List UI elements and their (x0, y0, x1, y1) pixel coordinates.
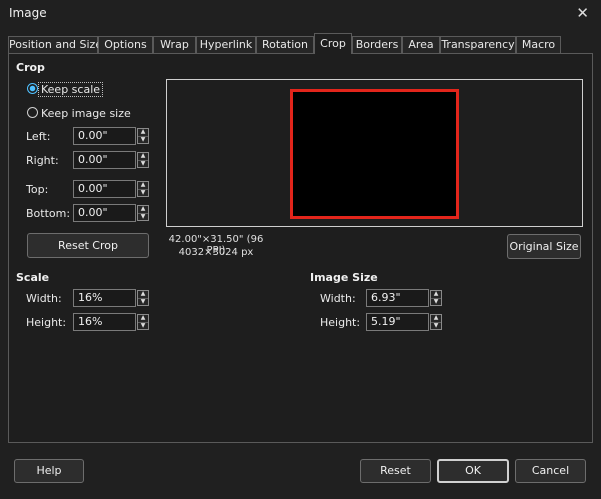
scale-width-spinner[interactable]: ▲ ▼ (137, 290, 149, 306)
tab-rotation[interactable]: Rotation (256, 36, 314, 53)
close-icon[interactable]: ✕ (576, 4, 589, 22)
spin-down-icon[interactable]: ▼ (431, 297, 441, 306)
cancel-button[interactable]: Cancel (515, 459, 586, 483)
ok-button[interactable]: OK (437, 459, 509, 483)
crop-top-field[interactable]: 0.00" (73, 180, 136, 198)
tab-borders[interactable]: Borders (352, 36, 402, 53)
tab-crop[interactable]: Crop (314, 33, 352, 54)
help-button[interactable]: Help (14, 459, 84, 483)
spin-down-icon[interactable]: ▼ (138, 212, 148, 221)
tab-macro[interactable]: Macro (516, 36, 561, 53)
crop-top-label: Top: (26, 183, 49, 196)
crop-bottom-label: Bottom: (26, 207, 71, 220)
image-width-field[interactable]: 6.93" (366, 289, 429, 307)
crop-right-field[interactable]: 0.00" (73, 151, 136, 169)
reset-crop-button[interactable]: Reset Crop (27, 233, 149, 258)
tab-transparency[interactable]: Transparency (440, 36, 516, 53)
spin-down-icon[interactable]: ▼ (138, 297, 148, 306)
crop-top-spinner[interactable]: ▲ ▼ (137, 181, 149, 197)
scale-height-field[interactable]: 16% (73, 313, 136, 331)
tab-options[interactable]: Options (98, 36, 153, 53)
spin-down-icon[interactable]: ▼ (138, 188, 148, 197)
crop-left-label: Left: (26, 130, 51, 143)
keep-image-size-label[interactable]: Keep image size (41, 107, 131, 120)
original-size-button[interactable]: Original Size (507, 234, 581, 259)
spin-down-icon[interactable]: ▼ (138, 321, 148, 330)
scale-width-label: Width: (26, 292, 62, 305)
spin-down-icon[interactable]: ▼ (138, 159, 148, 168)
scale-width-field[interactable]: 16% (73, 289, 136, 307)
image-height-label: Height: (320, 316, 361, 329)
tab-position-and-size[interactable]: Position and Size (8, 36, 102, 53)
keep-scale-radio[interactable] (27, 83, 38, 94)
reset-button[interactable]: Reset (360, 459, 431, 483)
crop-right-label: Right: (26, 154, 59, 167)
spin-down-icon[interactable]: ▼ (138, 135, 148, 144)
keep-scale-label[interactable]: Keep scale (38, 82, 104, 97)
tab-area[interactable]: Area (402, 36, 440, 53)
tab-hyperlink[interactable]: Hyperlink (196, 36, 256, 53)
image-width-spinner[interactable]: ▲ ▼ (430, 290, 442, 306)
tab-wrap[interactable]: Wrap (153, 36, 196, 53)
scale-height-spinner[interactable]: ▲ ▼ (137, 314, 149, 330)
image-pixels-text: 4032×3024 px (178, 247, 254, 258)
preview-image (290, 89, 459, 219)
keep-image-size-radio[interactable] (27, 107, 38, 118)
spin-down-icon[interactable]: ▼ (431, 321, 441, 330)
image-width-label: Width: (320, 292, 356, 305)
crop-bottom-spinner[interactable]: ▲ ▼ (137, 205, 149, 221)
scale-heading: Scale (16, 271, 50, 284)
crop-bottom-field[interactable]: 0.00" (73, 204, 136, 222)
crop-heading: Crop (16, 61, 45, 74)
window-title: Image (9, 6, 47, 20)
crop-left-spinner[interactable]: ▲ ▼ (137, 128, 149, 144)
image-height-spinner[interactable]: ▲ ▼ (430, 314, 442, 330)
crop-left-field[interactable]: 0.00" (73, 127, 136, 145)
scale-height-label: Height: (26, 316, 67, 329)
image-size-heading: Image Size (310, 271, 378, 284)
tab-bar: Position and Size Options Wrap Hyperlink… (8, 33, 593, 54)
crop-right-spinner[interactable]: ▲ ▼ (137, 152, 149, 168)
image-height-field[interactable]: 5.19" (366, 313, 429, 331)
